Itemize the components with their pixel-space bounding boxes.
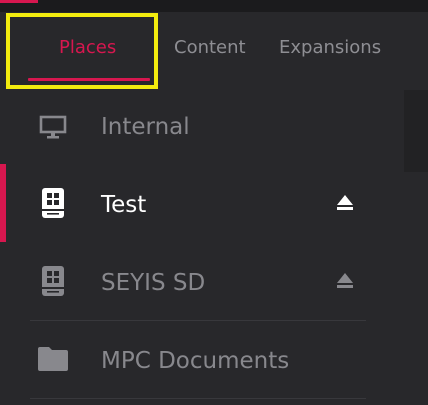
place-item-mpc-documents[interactable]: MPC Documents (0, 322, 400, 400)
eject-icon[interactable] (336, 194, 354, 212)
place-item-internal[interactable]: Internal (0, 88, 400, 166)
monitor-icon (36, 110, 70, 144)
tab-expansions[interactable]: Expansions (279, 37, 381, 58)
place-label: Internal (101, 114, 190, 140)
eject-icon[interactable] (336, 272, 354, 290)
place-item-seyis-sd[interactable]: SEYIS SD (0, 244, 400, 322)
tab-places[interactable]: Places (59, 37, 116, 58)
place-label: Test (101, 192, 147, 218)
drive-icon (36, 264, 70, 298)
place-label: SEYIS SD (101, 270, 206, 296)
list-divider (30, 398, 366, 399)
places-list: Internal Test SEYIS SD MPC Documents (0, 88, 428, 405)
tab-bar: Places Content Expansions (0, 12, 428, 88)
places-panel: Places Content Expansions Internal Test … (0, 0, 428, 405)
tab-content[interactable]: Content (174, 37, 246, 58)
list-divider (30, 320, 366, 321)
top-accent-bar (0, 0, 38, 3)
top-strip (0, 0, 428, 12)
drive-icon (36, 186, 70, 220)
active-tab-indicator (28, 78, 150, 81)
place-item-test[interactable]: Test (0, 166, 400, 244)
place-label: MPC Documents (101, 348, 290, 374)
folder-icon (36, 342, 70, 376)
